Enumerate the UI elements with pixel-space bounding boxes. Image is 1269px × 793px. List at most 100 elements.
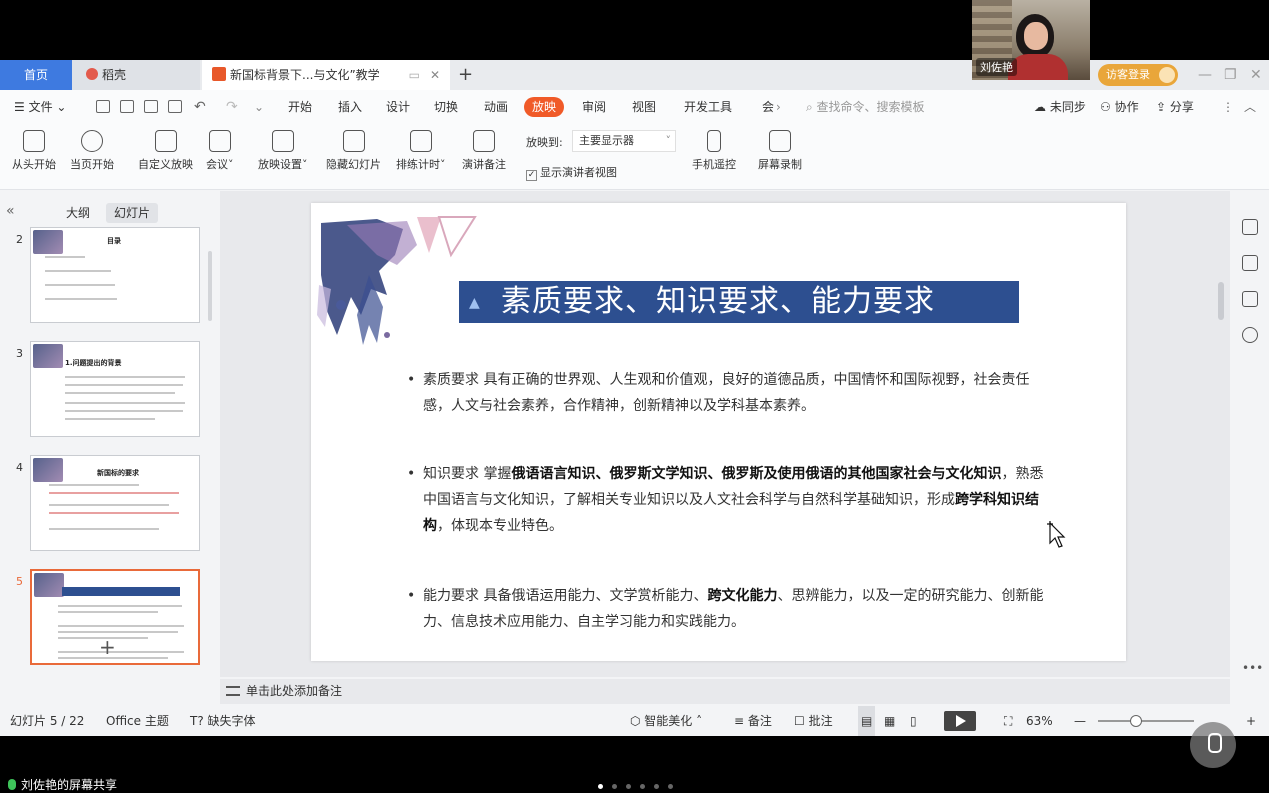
fit-window-icon[interactable]: ⛶ [1004, 706, 1012, 736]
theme-name[interactable]: Office 主题 [106, 706, 169, 736]
undo-icon[interactable]: ↶ [194, 90, 206, 124]
page-dots[interactable] [598, 774, 682, 793]
grid-view-icon[interactable]: ▦ [884, 706, 895, 736]
pin-icon[interactable]: ▭ [409, 60, 420, 90]
menu-review[interactable]: 审阅 [582, 90, 606, 124]
page-dot[interactable] [612, 784, 617, 789]
page-dot[interactable] [626, 784, 631, 789]
reading-view-icon[interactable]: ▯ [910, 706, 917, 736]
help-icon[interactable] [1242, 327, 1258, 343]
add-slide-button[interactable]: + [99, 635, 116, 659]
phone-remote-button[interactable]: 手机遥控 [692, 130, 736, 172]
tab-slides[interactable]: 幻灯片 [106, 203, 159, 223]
zoom-in-button[interactable]: + [1246, 706, 1256, 736]
chevron-right-icon[interactable]: › [776, 90, 781, 124]
rehearse-timing-button[interactable]: 排练计时˅ [396, 130, 446, 172]
format-painter-icon[interactable] [120, 100, 134, 113]
bullet-ability: • 能力要求 具备俄语运用能力、文学赏析能力、跨文化能力、思辨能力，以及一定的研… [407, 583, 1053, 635]
tab-daoke[interactable]: 稻壳 [72, 60, 200, 90]
menu-start[interactable]: 开始 [288, 90, 312, 124]
menu-animation[interactable]: 动画 [484, 90, 508, 124]
guest-login-button[interactable]: 访客登录 [1098, 64, 1178, 86]
comments-button[interactable]: ☐ 批注 [794, 706, 833, 736]
bullet-ability-bold-b: 跨文化能力 [707, 588, 778, 604]
tab-document[interactable]: 新国标背景下...与文化”教学 ▭ ✕ [202, 60, 450, 90]
restore-button[interactable]: ❐ [1224, 60, 1237, 90]
thumb-line [49, 504, 169, 506]
save-icon[interactable] [96, 100, 110, 113]
page-dot[interactable] [668, 784, 673, 789]
property-icon[interactable] [1242, 219, 1258, 235]
slide-thumb-3[interactable]: 1.问题提出的背景 [30, 341, 200, 437]
page-dot-active[interactable] [598, 784, 603, 789]
transition-icon[interactable] [1242, 291, 1258, 307]
presenter-view-checkbox[interactable]: ✓ 显示演讲者视图 [526, 164, 617, 181]
zoom-slider[interactable] [1098, 720, 1194, 722]
menu-meeting[interactable]: 会 [762, 90, 774, 124]
slide-thumb-4[interactable]: 新国标的要求 [30, 455, 200, 551]
notes-button[interactable]: ≡ 备注 [734, 706, 772, 736]
new-tab-button[interactable]: + [458, 60, 478, 90]
tab-home[interactable]: 首页 [0, 60, 72, 90]
menu-insert[interactable]: 插入 [338, 90, 362, 124]
play-slideshow-button[interactable] [944, 711, 976, 731]
collapse-ribbon-icon[interactable]: ︿ [1244, 90, 1256, 124]
command-search[interactable]: ⌕ 查找命令、搜索模板 [806, 90, 925, 124]
bullet-icon: • [407, 588, 416, 604]
more-options-icon[interactable]: ••• [1242, 661, 1263, 675]
zoom-out-button[interactable]: — [1074, 706, 1086, 736]
beautify-button[interactable]: ⬡ 智能美化 ˄ [630, 706, 702, 736]
minimize-button[interactable]: — [1198, 60, 1212, 90]
slide-canvas[interactable]: ▲ 素质要求、知识要求、能力要求 • 素质要求 具有正确的世界观、人生观和价值观… [311, 203, 1126, 661]
custom-show-button[interactable]: 自定义放映 [138, 130, 193, 172]
redo-icon[interactable]: ↷ [226, 90, 238, 124]
file-menu[interactable]: ☰ 文件 ⌄ [14, 90, 66, 124]
page-dot[interactable] [640, 784, 645, 789]
thumb-decoration [33, 458, 63, 482]
share-button[interactable]: ⇪ 分享 [1156, 90, 1194, 124]
close-window-button[interactable]: ✕ [1250, 60, 1262, 90]
hide-slide-button[interactable]: 隐藏幻灯片 [326, 130, 381, 172]
from-start-button[interactable]: 从头开始 [12, 130, 56, 172]
zoom-level[interactable]: 63% [1026, 706, 1053, 736]
notes-area[interactable]: 单击此处添加备注 [220, 679, 1230, 704]
menu-view[interactable]: 视图 [632, 90, 656, 124]
more-icon[interactable]: ⋮ [1222, 90, 1234, 124]
star-icon[interactable] [1242, 255, 1258, 271]
thumb-scrollbar[interactable] [208, 251, 212, 321]
slide-thumb-2[interactable]: 目录 [30, 227, 200, 323]
collab-button[interactable]: ⚇ 协作 [1100, 90, 1139, 124]
menu-developer[interactable]: 开发工具 [684, 90, 732, 124]
thumb-line [65, 392, 175, 394]
page-dot[interactable] [654, 784, 659, 789]
collapse-pane-icon[interactable]: « [6, 203, 15, 219]
search-placeholder: 查找命令、搜索模板 [816, 100, 925, 114]
menu-slideshow[interactable]: 放映 [524, 97, 565, 117]
thumb-title: 1.问题提出的背景 [65, 359, 122, 367]
normal-view-icon[interactable]: ▤ [858, 706, 876, 736]
close-tab-icon[interactable]: ✕ [430, 60, 440, 90]
show-settings-button[interactable]: 放映设置˅ [258, 130, 308, 172]
zoom-slider-knob[interactable] [1130, 715, 1142, 727]
sync-status[interactable]: ☁ 未同步 [1034, 90, 1086, 124]
editor-scrollbar[interactable] [1216, 200, 1226, 660]
speaker-notes-button[interactable]: 演讲备注 [462, 130, 506, 172]
play-to-select[interactable]: 主要显示器 ˅ [572, 130, 676, 152]
from-current-button[interactable]: 当页开始 [70, 130, 114, 172]
tab-outline[interactable]: 大纲 [58, 203, 98, 223]
scroll-thumb[interactable] [1218, 282, 1224, 320]
checkbox-icon: ✓ [526, 170, 537, 181]
print-preview-icon[interactable] [168, 100, 182, 113]
bullet-knowledge-bold-a: 俄语语言知识、俄罗斯文学知识、俄罗斯及使用俄语的其他国家社会与文化知识 [511, 466, 1002, 482]
screen-record-button[interactable]: 屏幕录制 [758, 130, 802, 172]
microphone-button[interactable] [1190, 722, 1236, 768]
thumb-number: 3 [16, 347, 23, 360]
menu-transition[interactable]: 切换 [434, 90, 458, 124]
more-quick-icon[interactable]: ⌄ [254, 90, 264, 124]
participant-video[interactable]: 刘佐艳 [972, 0, 1090, 80]
missing-font[interactable]: T? 缺失字体 [190, 706, 256, 736]
person-icon: ⚇ [1100, 100, 1115, 114]
menu-design[interactable]: 设计 [386, 90, 410, 124]
print-icon[interactable] [144, 100, 158, 113]
meeting-button[interactable]: 会议˅ [206, 130, 234, 172]
